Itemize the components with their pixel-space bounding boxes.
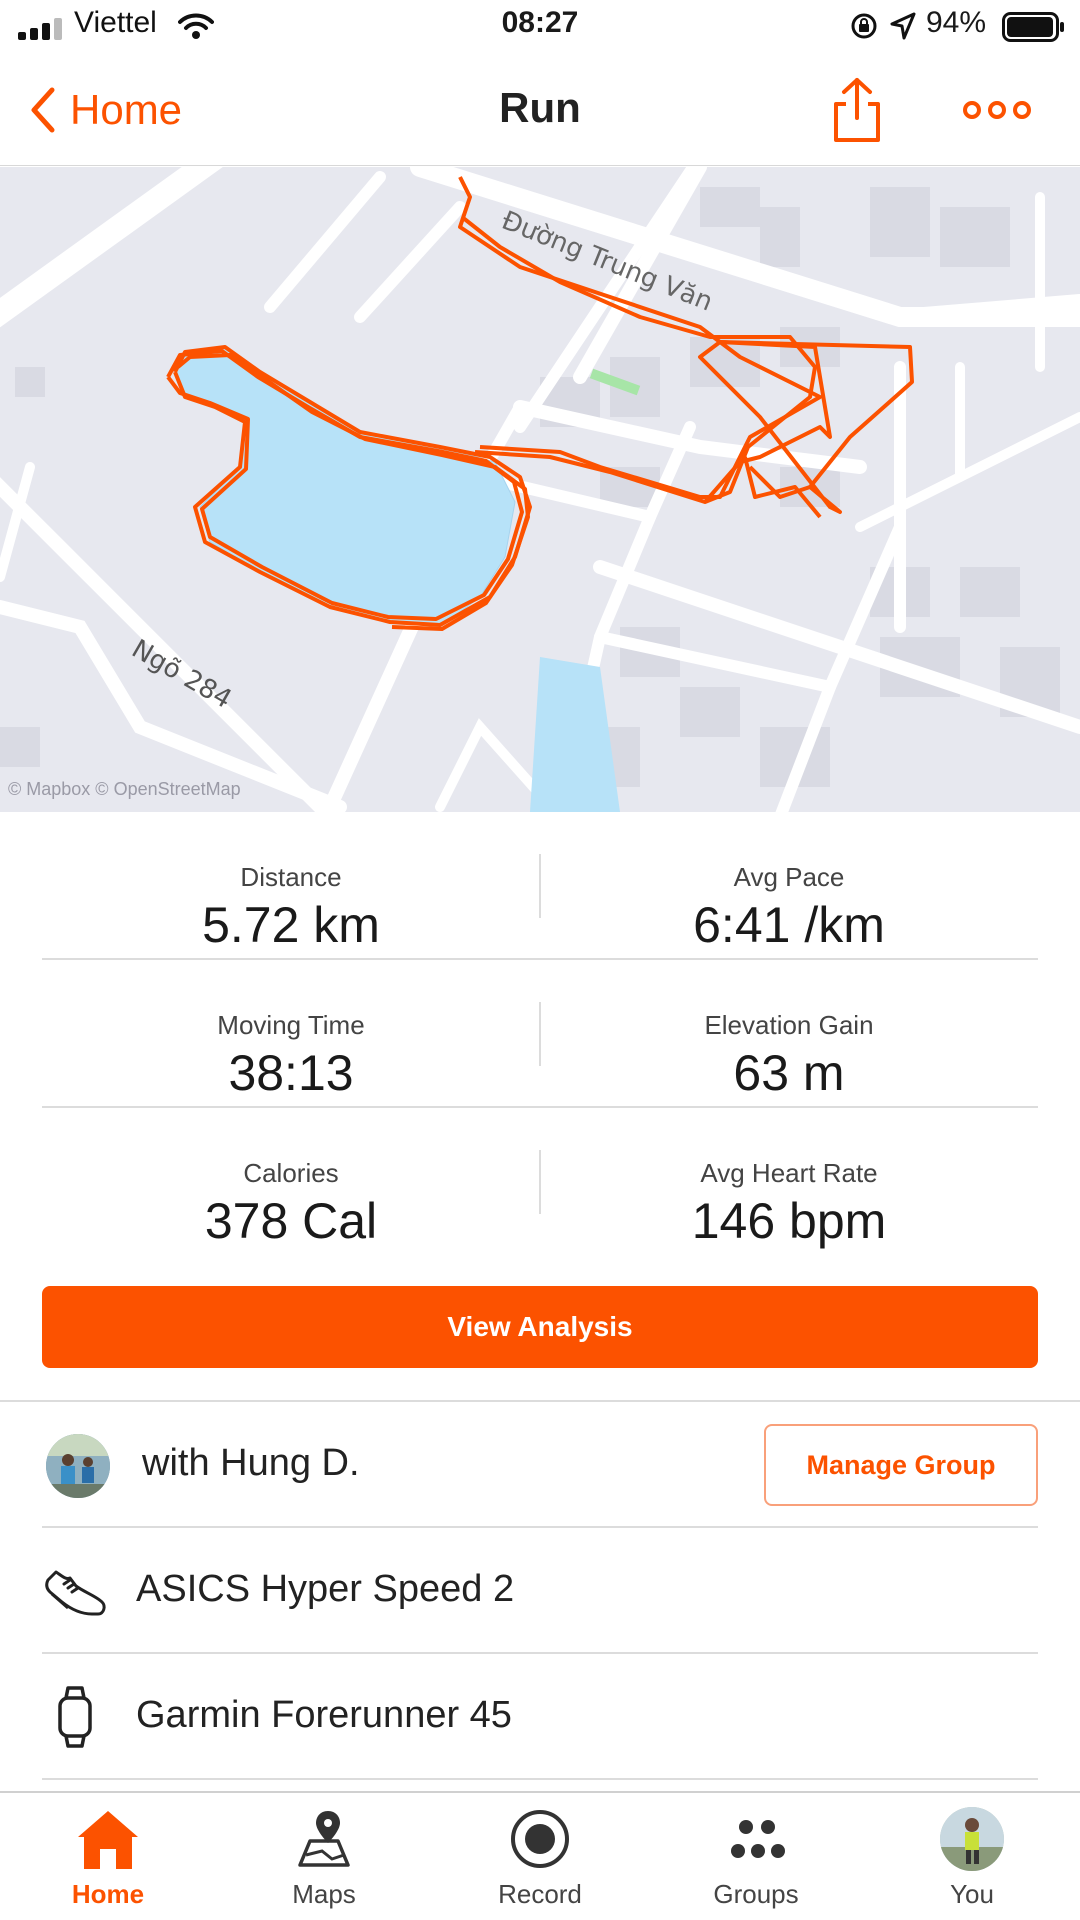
location-arrow-icon — [890, 12, 916, 40]
profile-photo — [940, 1807, 1004, 1871]
stat-label: Moving Time — [217, 1010, 365, 1040]
manage-group-button[interactable]: Manage Group — [764, 1424, 1038, 1506]
clock: 08:27 — [501, 6, 579, 39]
stat-label: Distance — [240, 862, 342, 892]
shoe-name: ASICS Hyper Speed 2 — [136, 1568, 515, 1610]
stat-calories: Calories 378 Cal — [42, 1108, 540, 1254]
stat-avg-pace: Avg Pace 6:41 /km — [540, 812, 1038, 958]
activity-stats: Distance 5.72 km Avg Pace 6:41 /km Movin… — [42, 812, 1038, 1256]
stat-elevation-gain: Elevation Gain 63 m — [540, 960, 1038, 1106]
tab-home[interactable]: Home — [0, 1793, 216, 1920]
stat-value: 378 Cal — [204, 1193, 378, 1249]
stat-label: Elevation Gain — [704, 1010, 874, 1040]
back-button[interactable]: Home — [28, 82, 182, 138]
navigation-bar: Home Run — [0, 54, 1080, 166]
orientation-lock-icon — [851, 13, 877, 39]
route-map[interactable]: Đường Trung Văn Ngõ 284 © Mapbox © OpenS… — [0, 167, 1080, 812]
gear-device-row[interactable]: Garmin Forerunner 45 — [42, 1654, 1038, 1780]
back-label: Home — [70, 86, 183, 133]
tab-label: Record — [498, 1879, 582, 1909]
stat-label: Calories — [243, 1158, 339, 1188]
tab-label: Groups — [713, 1879, 799, 1909]
tab-record[interactable]: Record — [432, 1793, 648, 1920]
group-members-text: with Hung D. — [142, 1442, 360, 1484]
gear-shoe-row[interactable]: ASICS Hyper Speed 2 — [42, 1528, 1038, 1654]
tab-label: Maps — [292, 1879, 356, 1909]
stat-row: Calories 378 Cal Avg Heart Rate 146 bpm — [42, 1108, 1038, 1256]
groups-icon — [731, 1820, 785, 1858]
stat-value: 6:41 /km — [693, 897, 885, 953]
stat-value: 38:13 — [228, 1045, 354, 1101]
stat-row: Moving Time 38:13 Elevation Gain 63 m — [42, 960, 1038, 1108]
maps-icon — [298, 1811, 350, 1867]
stat-value: 146 bpm — [691, 1193, 887, 1249]
tab-bar: Home Maps Record Groups You — [0, 1791, 1080, 1920]
avatar-photo — [46, 1434, 110, 1498]
tab-groups[interactable]: Groups — [648, 1793, 864, 1920]
group-activity-row: with Hung D. Manage Group — [42, 1402, 1038, 1528]
tab-label: Home — [71, 1879, 145, 1909]
home-icon — [78, 1811, 138, 1869]
tab-you[interactable]: You — [864, 1793, 1080, 1920]
tab-maps[interactable]: Maps — [216, 1793, 432, 1920]
avatar — [940, 1807, 1004, 1871]
chevron-left-icon — [31, 87, 55, 133]
watch-icon — [58, 1686, 92, 1748]
view-analysis-button[interactable]: View Analysis — [42, 1286, 1038, 1368]
stat-value: 5.72 km — [202, 897, 380, 953]
stat-moving-time: Moving Time 38:13 — [42, 960, 540, 1106]
share-icon[interactable] — [826, 76, 888, 144]
stat-row: Distance 5.72 km Avg Pace 6:41 /km — [42, 812, 1038, 960]
stat-avg-heart-rate: Avg Heart Rate 146 bpm — [540, 1108, 1038, 1254]
shoe-icon — [45, 1570, 106, 1616]
stat-label: Avg Pace — [733, 862, 845, 892]
map-attribution: © Mapbox © OpenStreetMap — [8, 779, 241, 799]
street-label-ngo-284: Ngõ 284 — [127, 634, 237, 715]
stat-label: Avg Heart Rate — [700, 1158, 878, 1188]
tab-label: You — [950, 1879, 994, 1909]
stat-value: 63 m — [733, 1045, 845, 1101]
more-options-icon[interactable] — [962, 92, 1032, 128]
device-name: Garmin Forerunner 45 — [136, 1694, 512, 1736]
battery-icon — [1002, 12, 1064, 42]
avatar[interactable] — [46, 1434, 110, 1498]
status-bar: Viettel 08:27 94% — [0, 0, 1080, 54]
stat-distance: Distance 5.72 km — [42, 812, 540, 958]
map-canvas: Đường Trung Văn Ngõ 284 — [0, 167, 1080, 812]
battery-percentage: 94% — [926, 6, 987, 39]
record-icon — [511, 1810, 569, 1868]
